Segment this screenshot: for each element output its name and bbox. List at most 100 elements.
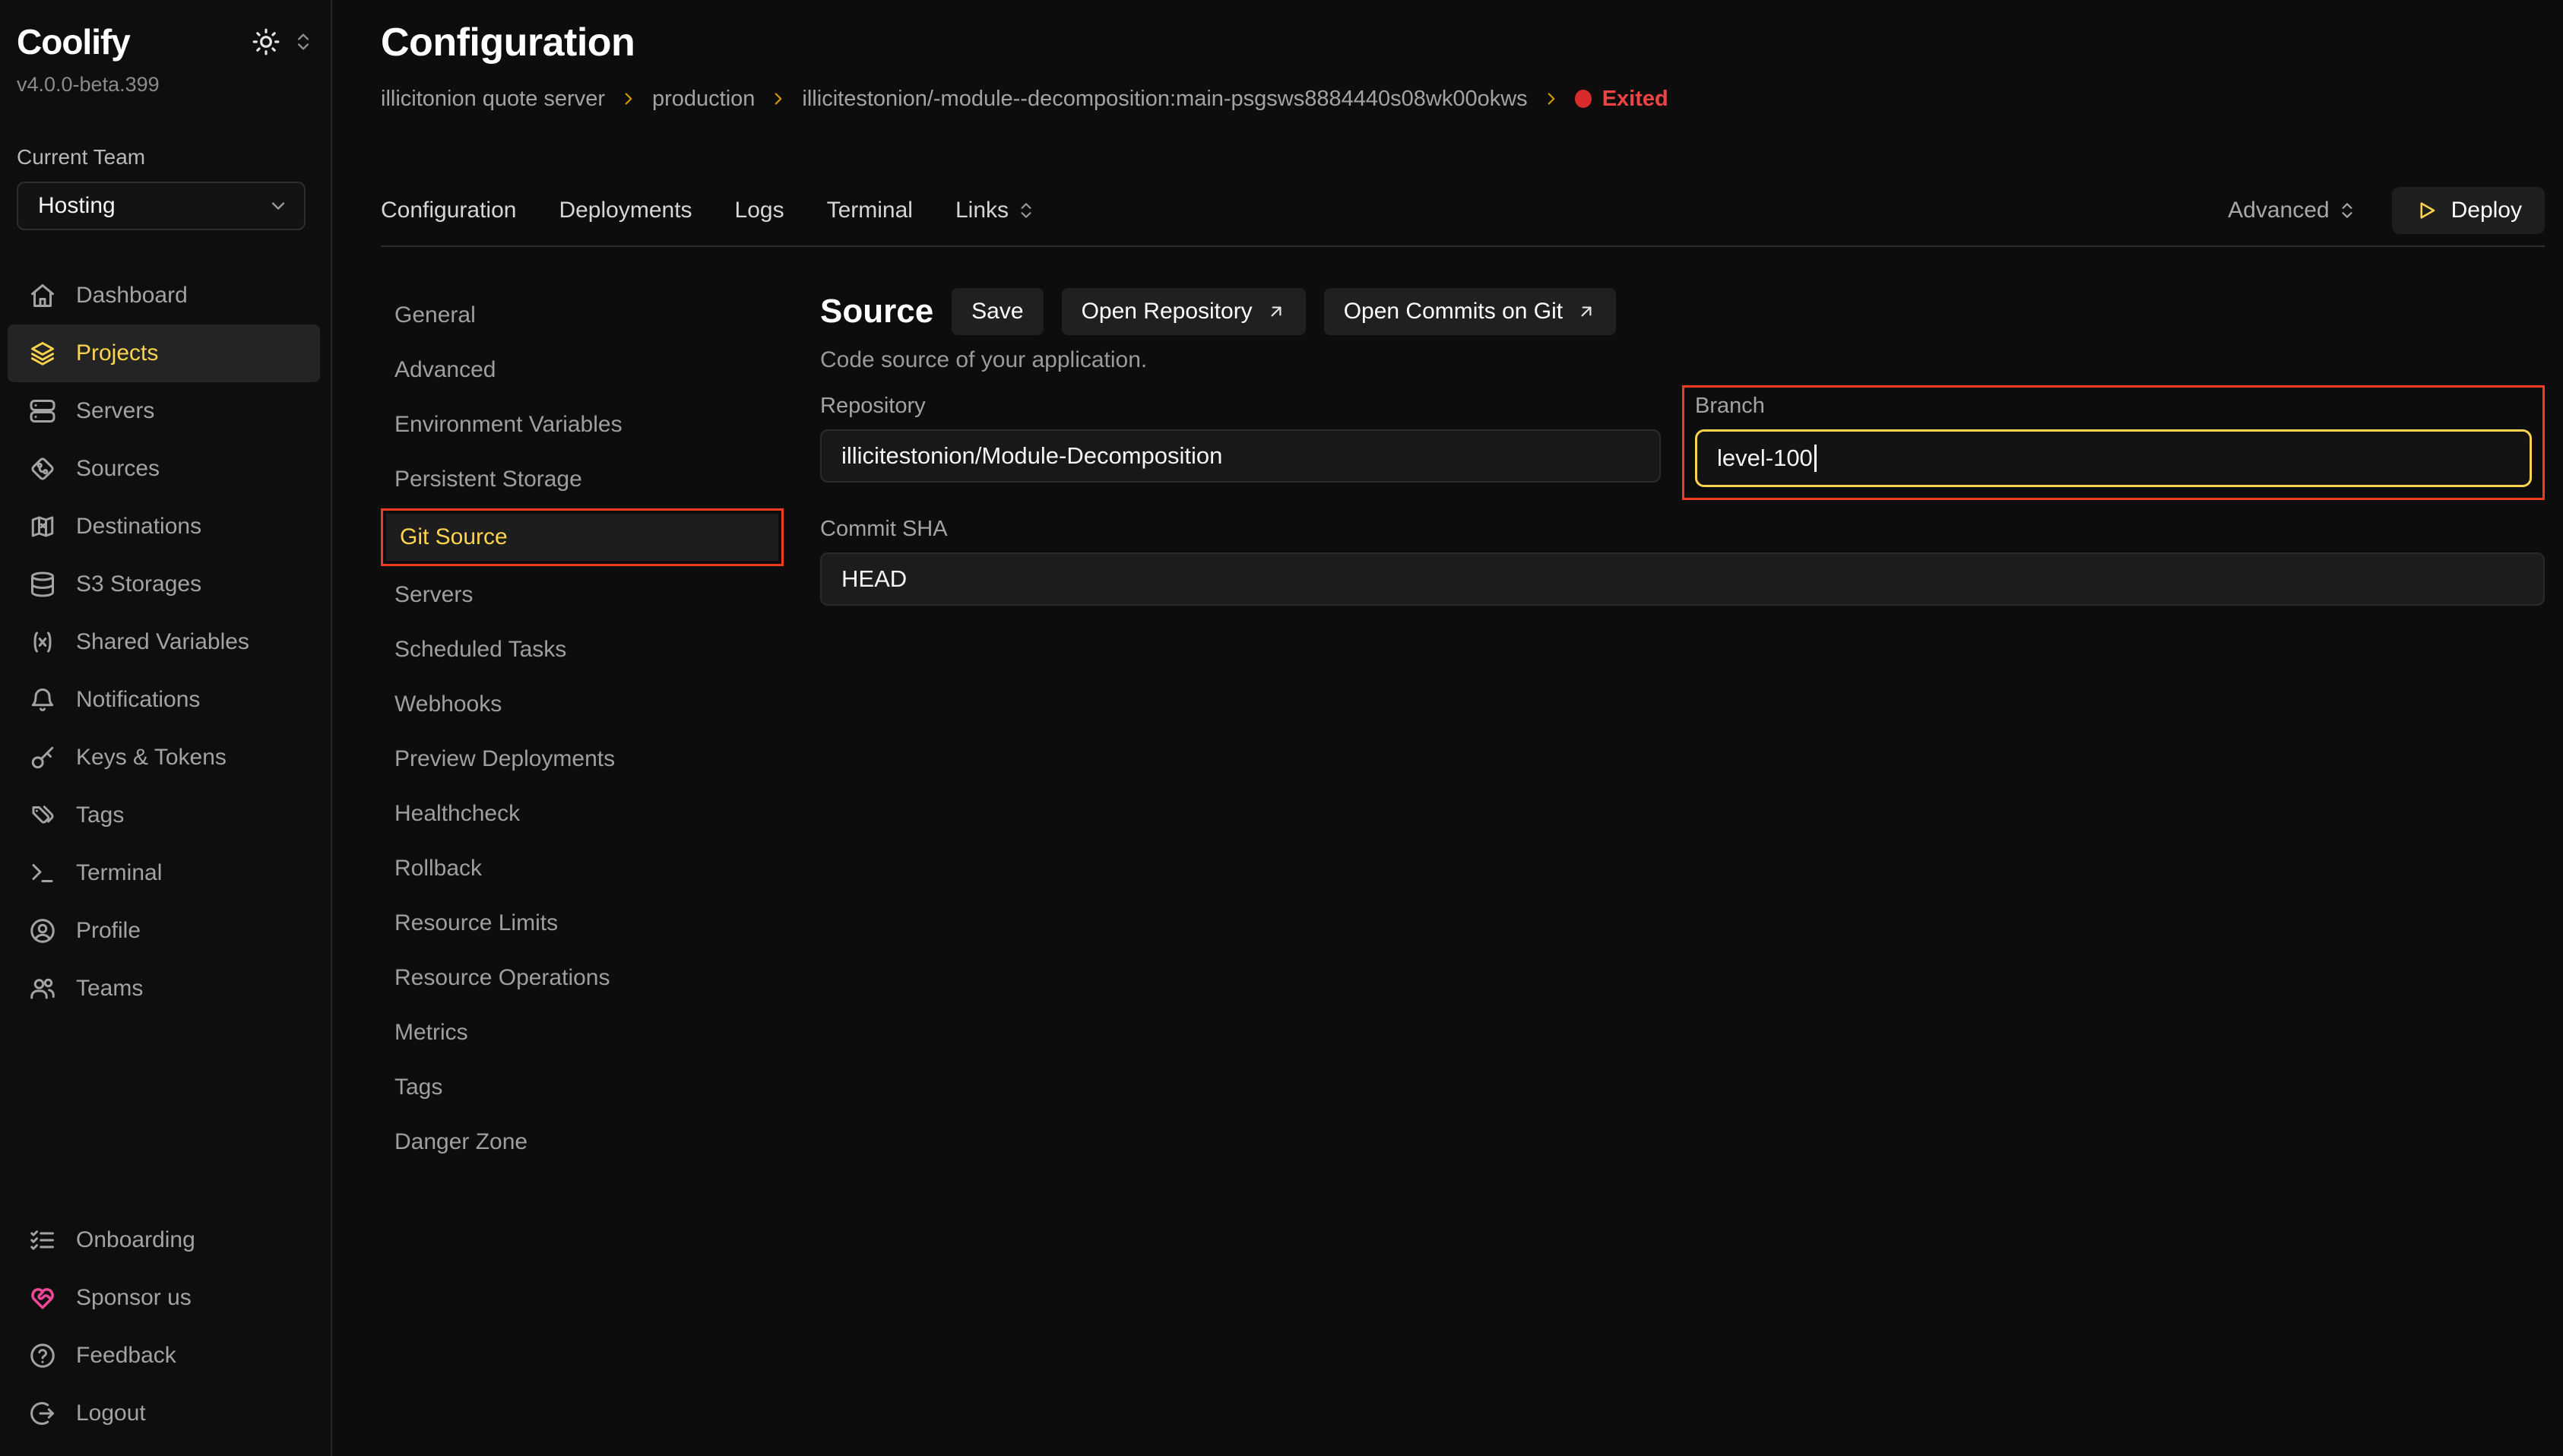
sidebar-item-label: Sponsor us xyxy=(76,1285,192,1311)
branch-input[interactable]: level-100 xyxy=(1695,429,2532,487)
text-cursor xyxy=(1814,445,1817,472)
sidebar-item-dashboard[interactable]: Dashboard xyxy=(17,267,314,324)
branch-annotation-box: Branch level-100 xyxy=(1682,385,2545,500)
map-icon xyxy=(29,513,56,540)
chevron-right-icon xyxy=(1541,89,1561,109)
sidebar-item-feedback[interactable]: Feedback xyxy=(17,1327,314,1385)
sidebar-item-sponsor-us[interactable]: Sponsor us xyxy=(17,1269,314,1327)
status-dot-icon xyxy=(1575,90,1592,108)
sidebar-item-label: Teams xyxy=(76,976,143,1002)
tab-deployments[interactable]: Deployments xyxy=(559,198,692,223)
subnav-item-resource-limits[interactable]: Resource Limits xyxy=(381,896,784,951)
subnav-item-scheduled-tasks[interactable]: Scheduled Tasks xyxy=(381,622,784,677)
section-title: Source xyxy=(820,293,933,331)
subnav-item-metrics[interactable]: Metrics xyxy=(381,1005,784,1060)
subnav-item-git-source[interactable]: Git Source xyxy=(386,514,778,561)
subnav-item-environment-variables[interactable]: Environment Variables xyxy=(381,397,784,452)
main-content: Configuration illicitonion quote server … xyxy=(334,0,2563,1456)
git-source-annotation-box: Git Source xyxy=(381,508,784,566)
sidebar-item-s3-storages[interactable]: S3 Storages xyxy=(17,555,314,613)
sidebar-item-servers[interactable]: Servers xyxy=(17,382,314,440)
repository-input[interactable]: illicitestonion/Module-Decomposition xyxy=(820,429,1661,483)
sidebar-item-label: Servers xyxy=(76,398,154,424)
user-circle-icon xyxy=(29,917,56,945)
chevron-right-icon xyxy=(619,89,638,109)
sidebar-item-label: Dashboard xyxy=(76,283,188,309)
external-link-icon xyxy=(1576,302,1596,321)
sidebar-item-keys-tokens[interactable]: Keys & Tokens xyxy=(17,729,314,787)
sidebar-item-profile[interactable]: Profile xyxy=(17,902,314,960)
sidebar-item-onboarding[interactable]: Onboarding xyxy=(17,1211,314,1269)
branch-label: Branch xyxy=(1695,394,2532,419)
sidebar-item-terminal[interactable]: Terminal xyxy=(17,844,314,902)
subnav-item-tags[interactable]: Tags xyxy=(381,1060,784,1115)
sidebar-item-label: Profile xyxy=(76,918,141,944)
tab-links[interactable]: Links xyxy=(955,198,1036,223)
breadcrumb-project[interactable]: illicitonion quote server xyxy=(381,87,605,112)
sidebar-item-teams[interactable]: Teams xyxy=(17,960,314,1018)
sidebar-item-tags[interactable]: Tags xyxy=(17,787,314,844)
subnav-item-webhooks[interactable]: Webhooks xyxy=(381,677,784,732)
sidebar-item-label: Sources xyxy=(76,456,160,482)
terminal-icon xyxy=(29,859,56,887)
breadcrumb-resource[interactable]: illicitestonion/-module--decomposition:m… xyxy=(802,87,1527,112)
home-icon xyxy=(29,282,56,309)
sidebar-item-label: S3 Storages xyxy=(76,571,201,597)
advanced-dropdown[interactable]: Advanced xyxy=(2228,198,2356,223)
theme-switcher-chevrons-icon[interactable] xyxy=(293,31,314,52)
subnav-item-servers[interactable]: Servers xyxy=(381,568,784,622)
sidebar-item-notifications[interactable]: Notifications xyxy=(17,671,314,729)
checklist-icon xyxy=(29,1227,56,1254)
git-source-icon xyxy=(29,455,56,483)
save-button[interactable]: Save xyxy=(952,288,1043,335)
sidebar: Coolify v4.0.0-beta.399 Current Team Hos… xyxy=(0,0,332,1456)
tab-terminal[interactable]: Terminal xyxy=(827,198,913,223)
settings-subnav: General Advanced Environment Variables P… xyxy=(381,288,784,1170)
subnav-item-general[interactable]: General xyxy=(381,288,784,343)
server-icon xyxy=(29,397,56,425)
deploy-button[interactable]: Deploy xyxy=(2392,187,2545,234)
subnav-item-danger-zone[interactable]: Danger Zone xyxy=(381,1115,784,1170)
status-badge: Exited xyxy=(1575,87,1668,112)
database-icon xyxy=(29,571,56,598)
tags-icon xyxy=(29,802,56,829)
breadcrumb-environment[interactable]: production xyxy=(652,87,755,112)
open-commits-button[interactable]: Open Commits on Git xyxy=(1324,288,1616,335)
source-panel: Source Save Open Repository Open Commits… xyxy=(820,288,2545,1170)
sidebar-item-label: Shared Variables xyxy=(76,629,249,655)
tab-configuration[interactable]: Configuration xyxy=(381,198,516,223)
sidebar-item-logout[interactable]: Logout xyxy=(17,1385,314,1442)
tab-logs[interactable]: Logs xyxy=(735,198,784,223)
open-repository-button[interactable]: Open Repository xyxy=(1062,288,1306,335)
bell-icon xyxy=(29,686,56,714)
team-select[interactable]: Hosting xyxy=(17,182,306,230)
sidebar-item-label: Onboarding xyxy=(76,1227,195,1253)
subnav-item-persistent-storage[interactable]: Persistent Storage xyxy=(381,452,784,507)
heart-handshake-icon xyxy=(29,1284,56,1312)
subnav-item-healthcheck[interactable]: Healthcheck xyxy=(381,787,784,841)
key-icon xyxy=(29,744,56,771)
app-logo: Coolify xyxy=(17,21,130,62)
subnav-item-advanced[interactable]: Advanced xyxy=(381,343,784,397)
tabs-row: Configuration Deployments Logs Terminal … xyxy=(381,187,2545,234)
section-description: Code source of your application. xyxy=(820,347,2545,373)
breadcrumb: illicitonion quote server production ill… xyxy=(381,84,2545,114)
theme-sun-icon[interactable] xyxy=(252,27,280,56)
chevrons-up-down-icon xyxy=(2337,201,2357,220)
commit-sha-input[interactable]: HEAD xyxy=(820,552,2545,606)
sidebar-item-label: Destinations xyxy=(76,514,201,540)
subnav-item-preview-deployments[interactable]: Preview Deployments xyxy=(381,732,784,787)
sidebar-item-sources[interactable]: Sources xyxy=(17,440,314,498)
sidebar-item-label: Feedback xyxy=(76,1343,176,1369)
sidebar-item-projects[interactable]: Projects xyxy=(8,324,320,382)
subnav-item-rollback[interactable]: Rollback xyxy=(381,841,784,896)
sidebar-item-shared-variables[interactable]: Shared Variables xyxy=(17,613,314,671)
subnav-item-resource-operations[interactable]: Resource Operations xyxy=(381,951,784,1005)
page-title: Configuration xyxy=(381,21,2545,64)
sidebar-item-label: Tags xyxy=(76,802,124,828)
logout-icon xyxy=(29,1400,56,1427)
status-text: Exited xyxy=(1602,87,1668,112)
help-circle-icon xyxy=(29,1342,56,1369)
sidebar-item-destinations[interactable]: Destinations xyxy=(17,498,314,555)
layers-icon xyxy=(29,340,56,367)
